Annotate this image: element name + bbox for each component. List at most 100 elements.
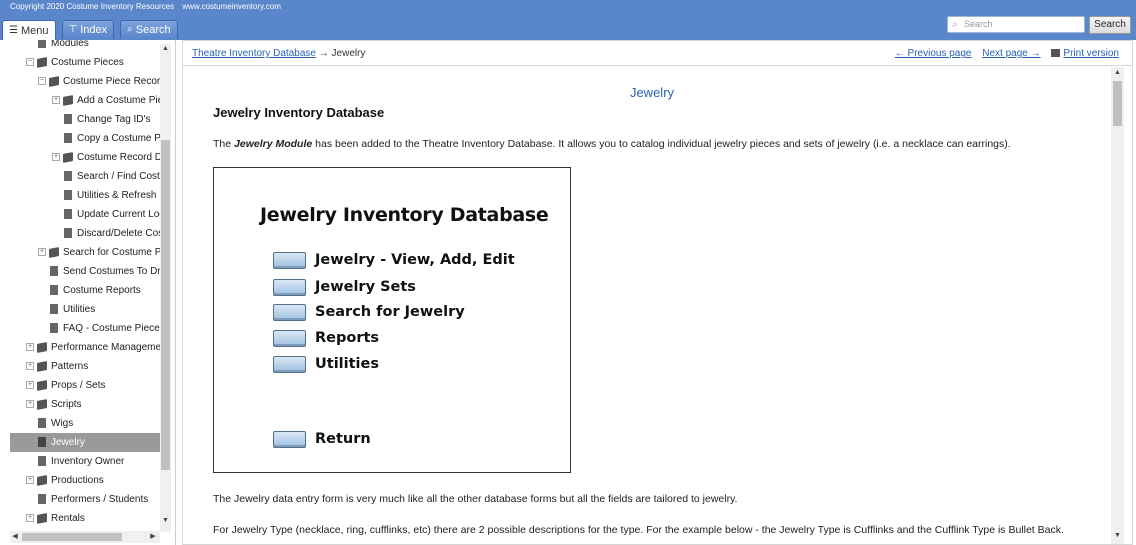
expand-icon[interactable]: + xyxy=(52,153,60,162)
print-version-link[interactable]: Print version xyxy=(1051,48,1119,59)
figure-button-icon xyxy=(273,251,306,269)
expand-icon[interactable]: + xyxy=(26,362,34,371)
tree-item-utilities-refresh[interactable]: Utilities & Refresh Buttons xyxy=(64,186,160,205)
book-icon xyxy=(63,151,73,163)
copyright-notice: Copyright 2020 Costume Inventory Resourc… xyxy=(10,2,287,11)
tree-item-inventory-owner[interactable]: Inventory Owner xyxy=(38,452,160,471)
tree-item-rentals[interactable]: + Rentals xyxy=(26,509,160,528)
tree-item-performers-students[interactable]: Performers / Students xyxy=(38,490,160,509)
scroll-right-arrow-icon[interactable]: ▶ xyxy=(148,531,158,543)
tree-item-search-find-costume[interactable]: Search / Find Costume xyxy=(64,167,160,186)
tab-index[interactable]: ⊤ Index xyxy=(61,20,115,38)
book-icon xyxy=(49,246,59,258)
sidebar-scroll-thumb[interactable] xyxy=(161,140,170,470)
search-button[interactable]: Search xyxy=(1089,16,1131,34)
figure-item-reports: Reports xyxy=(273,328,379,348)
expand-icon[interactable]: + xyxy=(26,514,34,523)
expand-icon[interactable]: + xyxy=(52,96,60,105)
tab-menu-label: Menu xyxy=(20,24,49,37)
figure-button-icon xyxy=(273,430,306,448)
scroll-down-arrow-icon[interactable]: ▼ xyxy=(161,516,170,526)
tree-item-scripts[interactable]: + Scripts xyxy=(26,395,160,414)
content-scroll-up-icon[interactable]: ▲ xyxy=(1113,69,1122,76)
figure-item-return: Return xyxy=(273,429,371,449)
page-icon xyxy=(64,171,72,182)
tab-menu[interactable]: ☰ Menu xyxy=(2,20,56,40)
breadcrumb-bar: Theatre Inventory Database → Jewelry ← P… xyxy=(183,41,1132,66)
book-icon xyxy=(37,474,47,486)
tree-item-change-tag-ids[interactable]: Change Tag ID's xyxy=(64,110,160,129)
page-icon xyxy=(64,228,72,239)
tree-item-patterns[interactable]: + Patterns xyxy=(26,357,160,376)
expand-icon[interactable]: + xyxy=(26,400,34,409)
document-body: Jewelry Jewelry Inventory Database The J… xyxy=(183,67,1111,544)
tree-item-faq-costume-pieces[interactable]: FAQ - Costume Pieces xyxy=(50,319,160,338)
next-page-link[interactable]: Next page → xyxy=(982,48,1040,59)
scroll-left-arrow-icon[interactable]: ◀ xyxy=(10,531,20,543)
sidebar-horizontal-scrollbar[interactable]: ◀ ▶ xyxy=(10,531,160,543)
page-icon xyxy=(50,323,58,334)
collapse-icon[interactable]: − xyxy=(38,77,46,86)
tree-item-utilities[interactable]: Utilities xyxy=(50,300,160,319)
jewelry-module-term: Jewelry Module xyxy=(234,138,313,150)
intro-paragraph: The Jewelry Module has been added to the… xyxy=(213,138,1011,150)
sidebar-vertical-scrollbar[interactable]: ▲ ▼ xyxy=(160,44,171,532)
tree-item-send-costumes[interactable]: Send Costumes To Dry Cleaning xyxy=(50,262,160,281)
tab-search[interactable]: ⌕ Search xyxy=(120,20,178,38)
expand-icon[interactable]: + xyxy=(26,343,34,352)
tree-item-discard-delete-costume[interactable]: Discard/Delete Costume xyxy=(64,224,160,243)
breadcrumb: Theatre Inventory Database → Jewelry xyxy=(192,48,365,59)
page-icon xyxy=(50,266,58,277)
page-nav-links: ← Previous page Next page → Print versio… xyxy=(887,48,1119,59)
tree-item-costume-record-details[interactable]: +Costume Record Details xyxy=(52,148,160,167)
sidebar-hscroll-thumb[interactable] xyxy=(22,533,122,541)
previous-page-link[interactable]: ← Previous page xyxy=(895,48,972,59)
content-panel: Theatre Inventory Database → Jewelry ← P… xyxy=(182,40,1133,545)
tree-item-props-sets[interactable]: + Props / Sets xyxy=(26,376,160,395)
book-icon xyxy=(37,512,47,524)
jewelry-menu-screenshot: Jewelry Inventory Database Jewelry - Vie… xyxy=(213,167,571,473)
page-icon xyxy=(64,133,72,144)
book-icon xyxy=(37,56,47,68)
content-scroll-thumb[interactable] xyxy=(1113,81,1122,126)
expand-icon[interactable]: + xyxy=(26,476,34,485)
page-icon xyxy=(38,437,46,448)
content-scroll-down-icon[interactable]: ▼ xyxy=(1113,532,1122,539)
tree-item-costume-reports[interactable]: Costume Reports xyxy=(50,281,160,300)
menu-tree: Modules − Costume Pieces − Costume Piece R… xyxy=(10,40,160,528)
page-icon xyxy=(64,209,72,220)
tree-item-costume-pieces[interactable]: − Costume Pieces xyxy=(26,53,160,72)
breadcrumb-root-link[interactable]: Theatre Inventory Database xyxy=(192,48,316,59)
page-title: Jewelry xyxy=(629,85,675,100)
website-link[interactable]: www.costumeinventory.com xyxy=(182,2,281,11)
book-icon xyxy=(37,398,47,410)
tree-item-performance-management[interactable]: + Performance Management xyxy=(26,338,160,357)
tree-item-add-costume-piece[interactable]: +Add a Costume Piece xyxy=(52,91,160,110)
jewelry-type-paragraph: For Jewelry Type (necklace, ring, cuffli… xyxy=(213,524,1064,536)
scroll-up-arrow-icon[interactable]: ▲ xyxy=(161,44,170,54)
tree-item-costume-piece-records[interactable]: −Costume Piece Records xyxy=(38,72,160,91)
content-vertical-scrollbar[interactable]: ▲ ▼ xyxy=(1111,67,1124,544)
figure-item-view-add-edit: Jewelry - View, Add, Edit xyxy=(273,250,515,270)
book-icon xyxy=(37,379,47,391)
page-icon xyxy=(38,456,46,467)
tree-item-productions[interactable]: + Productions xyxy=(26,471,160,490)
figure-item-search-jewelry: Search for Jewelry xyxy=(273,302,465,322)
tree-item-modules[interactable]: Modules xyxy=(38,40,160,53)
top-bar: Copyright 2020 Costume Inventory Resourc… xyxy=(0,0,1136,40)
tree-item-jewelry[interactable]: Jewelry xyxy=(10,433,160,452)
search-input[interactable]: ⌕ Search xyxy=(947,16,1085,33)
figure-item-jewelry-sets: Jewelry Sets xyxy=(273,277,416,297)
sidebar: Modules − Costume Pieces − Costume Piece R… xyxy=(0,40,176,545)
tree-item-search-costume-pieces[interactable]: +Search for Costume Pieces xyxy=(38,243,160,262)
book-icon xyxy=(49,75,59,87)
copyright-text: Copyright 2020 Costume Inventory Resourc… xyxy=(10,2,175,11)
expand-icon[interactable]: + xyxy=(38,248,46,257)
search-icon: ⌕ xyxy=(127,24,133,35)
tree-item-update-current-location[interactable]: Update Current Location xyxy=(64,205,160,224)
expand-icon[interactable]: + xyxy=(26,381,34,390)
tree-item-wigs[interactable]: Wigs xyxy=(38,414,160,433)
breadcrumb-current: Jewelry xyxy=(331,48,366,59)
collapse-icon[interactable]: − xyxy=(26,58,34,67)
tree-item-copy-costume-piece[interactable]: Copy a Costume Piece xyxy=(64,129,160,148)
